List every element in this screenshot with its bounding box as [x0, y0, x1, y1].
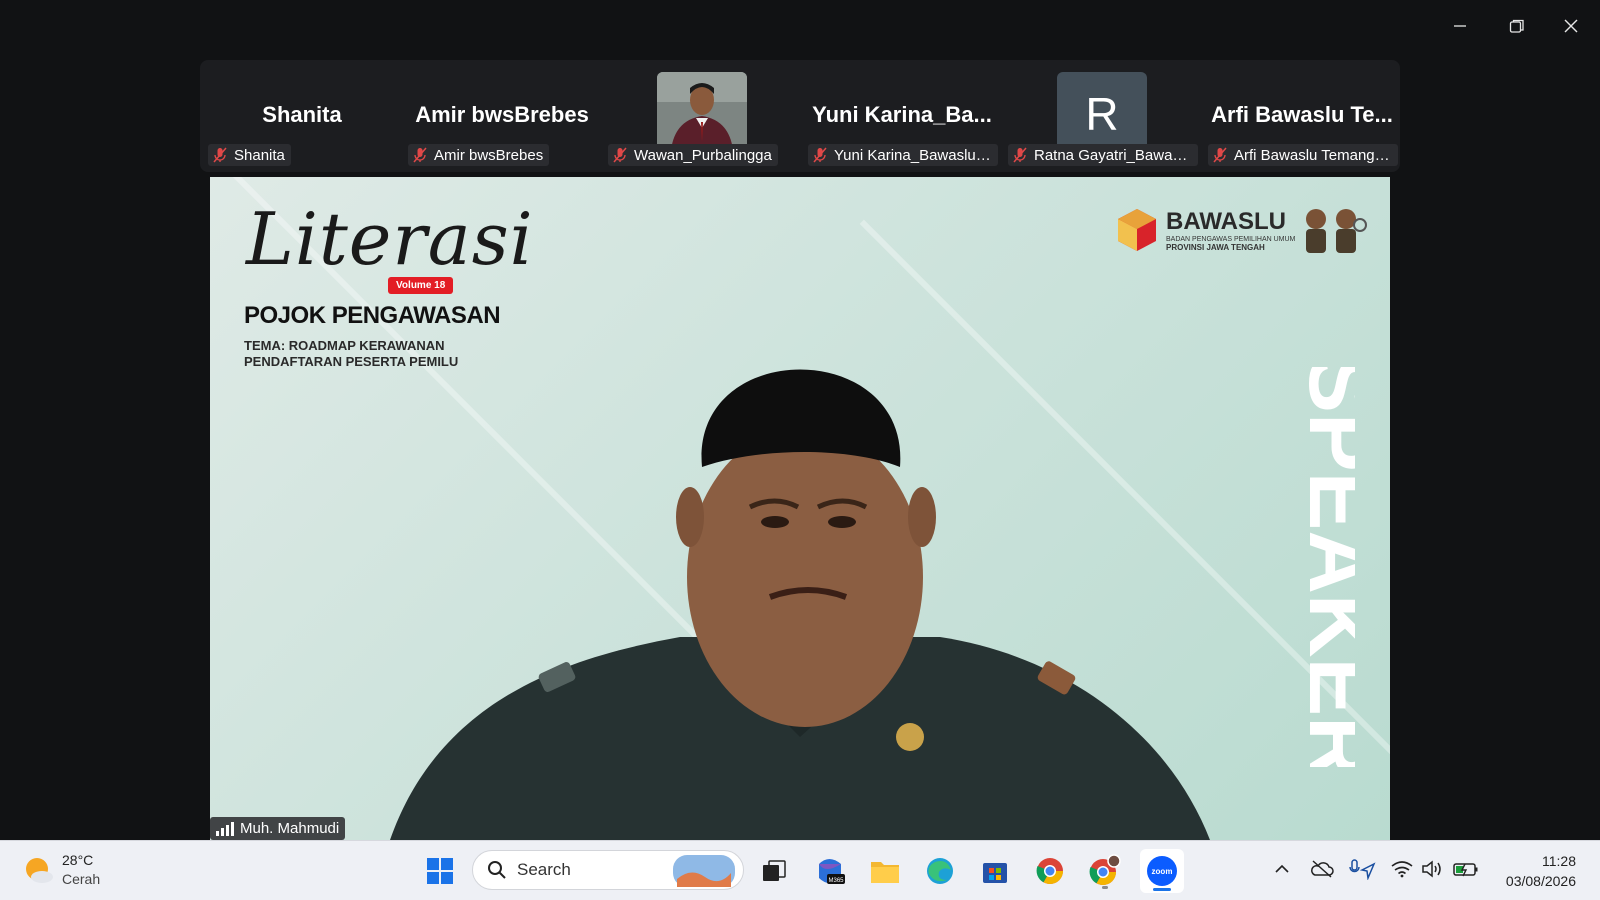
- chrome-profile-icon: [1089, 854, 1121, 886]
- participant-video-thumbnail: [657, 72, 747, 150]
- participant-tile-ratna[interactable]: R Ratna Gayatri_Bawaslu...: [1004, 60, 1200, 172]
- restore-button[interactable]: [1497, 10, 1537, 42]
- weather-temp: 28°C: [62, 852, 94, 868]
- wifi-icon: [1391, 861, 1413, 878]
- participant-name-bar: Amir bwsBrebes: [408, 144, 550, 166]
- mic-muted-icon: [1013, 147, 1027, 163]
- mic-muted-icon: [813, 147, 827, 163]
- task-view-icon: [763, 860, 786, 881]
- taskbar-clock[interactable]: 11:28 03/08/2026: [1492, 851, 1576, 891]
- participant-name-bar: Shanita: [208, 144, 291, 166]
- mic-muted-icon: [413, 147, 427, 163]
- microsoft-365-button[interactable]: M365: [810, 851, 850, 891]
- mic-muted-icon: [1213, 147, 1227, 163]
- edge-button[interactable]: [920, 851, 960, 891]
- signal-strength-icon: [216, 821, 234, 836]
- chevron-up-icon: [1275, 864, 1289, 873]
- participant-tile-shanita[interactable]: Shanita Shanita: [204, 60, 400, 172]
- m365-label: M365: [828, 878, 844, 884]
- minimize-icon: [1454, 25, 1466, 27]
- clock-date: 03/08/2026: [1505, 873, 1576, 889]
- wifi-button[interactable]: [1388, 855, 1416, 883]
- participant-tile-amir[interactable]: Amir bwsBrebes Amir bwsBrebes: [404, 60, 600, 172]
- active-indicator: [1153, 888, 1171, 891]
- participant-display-name: Shanita: [262, 102, 342, 127]
- restore-icon: [1509, 19, 1524, 33]
- clock-time: 11:28: [1542, 853, 1576, 869]
- participant-name: Yuni Karina_Bawaslu K...: [834, 146, 992, 164]
- chrome-icon: [1036, 858, 1064, 885]
- participant-strip: Shanita Shanita Amir bwsBrebes Amir bwsB…: [200, 60, 1400, 172]
- participant-tile-wawan[interactable]: Wawan_Purbalingga: [604, 60, 800, 172]
- main-speaker-video[interactable]: Literasi Volume 18 POJOK PENGAWASAN TEMA…: [210, 177, 1390, 840]
- task-view-button[interactable]: [754, 851, 794, 891]
- mic-muted-icon: [613, 147, 627, 163]
- store-button[interactable]: [975, 851, 1015, 891]
- close-icon: [1564, 19, 1578, 33]
- participant-name: Arfi Bawaslu Temangg...: [1234, 146, 1392, 164]
- folder-icon: [871, 862, 899, 883]
- participant-name: Shanita: [234, 146, 285, 164]
- partly-sunny-icon: [26, 858, 53, 883]
- mic-location-icon: [1349, 859, 1376, 880]
- windows-logo-icon: [427, 858, 453, 884]
- file-explorer-button[interactable]: [865, 851, 905, 891]
- participant-name-bar: Ratna Gayatri_Bawaslu...: [1008, 144, 1198, 166]
- volume-button[interactable]: [1418, 855, 1446, 883]
- battery-button[interactable]: [1452, 855, 1480, 883]
- window-titlebar: [0, 0, 1600, 52]
- running-indicator: [1102, 886, 1108, 889]
- search-label: Search: [517, 860, 571, 879]
- chrome-profile-button[interactable]: [1085, 851, 1125, 891]
- mic-muted-icon: [213, 147, 227, 163]
- show-hidden-icons-button[interactable]: [1268, 855, 1296, 883]
- zoom-button[interactable]: zoom: [1140, 849, 1184, 893]
- store-icon: [983, 863, 1007, 883]
- zoom-label: zoom: [1152, 867, 1173, 876]
- edge-icon: [927, 858, 953, 884]
- participant-display-name: Yuni Karina_Ba...: [812, 102, 992, 127]
- participant-display-name: Arfi Bawaslu Te...: [1211, 102, 1393, 127]
- chrome-button[interactable]: [1030, 851, 1070, 891]
- start-button[interactable]: [420, 851, 460, 891]
- participant-display-name: Amir bwsBrebes: [415, 102, 589, 127]
- participant-name-bar: Arfi Bawaslu Temangg...: [1208, 144, 1398, 166]
- participant-name: Amir bwsBrebes: [434, 146, 544, 164]
- microsoft-365-icon: M365: [819, 859, 845, 884]
- participant-avatar-letter: R: [1057, 72, 1147, 150]
- mic-location-button[interactable]: [1348, 855, 1376, 883]
- participant-name: Wawan_Purbalingga: [634, 146, 772, 164]
- speaker-person: [390, 369, 1210, 840]
- person-photo: [657, 72, 747, 150]
- zoom-icon: zoom: [1147, 856, 1177, 886]
- cloud-off-icon: [1311, 860, 1334, 878]
- speaker-name-tag: Muh. Mahmudi: [210, 817, 346, 840]
- search-icon: [488, 861, 506, 879]
- minimize-button[interactable]: [1440, 10, 1480, 42]
- taskbar-search[interactable]: Search: [472, 850, 744, 890]
- volume-icon: [1422, 860, 1441, 878]
- participant-name-bar: Wawan_Purbalingga: [608, 144, 778, 166]
- taskbar: 28°C Cerah Search M365 zoom 11:28 03/08/…: [0, 840, 1600, 900]
- participant-tile-yuni[interactable]: Yuni Karina_Ba... Yuni Karina_Bawaslu K.…: [804, 60, 1000, 172]
- battery-charging-icon: [1453, 863, 1478, 877]
- close-button[interactable]: [1551, 10, 1591, 42]
- participant-name-bar: Yuni Karina_Bawaslu K...: [808, 144, 998, 166]
- weather-widget[interactable]: 28°C Cerah: [22, 851, 100, 889]
- onedrive-button[interactable]: [1308, 855, 1336, 883]
- weather-condition: Cerah: [62, 871, 101, 887]
- participant-tile-arfi[interactable]: Arfi Bawaslu Te... Arfi Bawaslu Temangg.…: [1204, 60, 1400, 172]
- search-highlight-icon: [673, 855, 735, 887]
- participant-name: Ratna Gayatri_Bawaslu...: [1034, 146, 1192, 164]
- speaker-name: Muh. Mahmudi: [240, 820, 340, 837]
